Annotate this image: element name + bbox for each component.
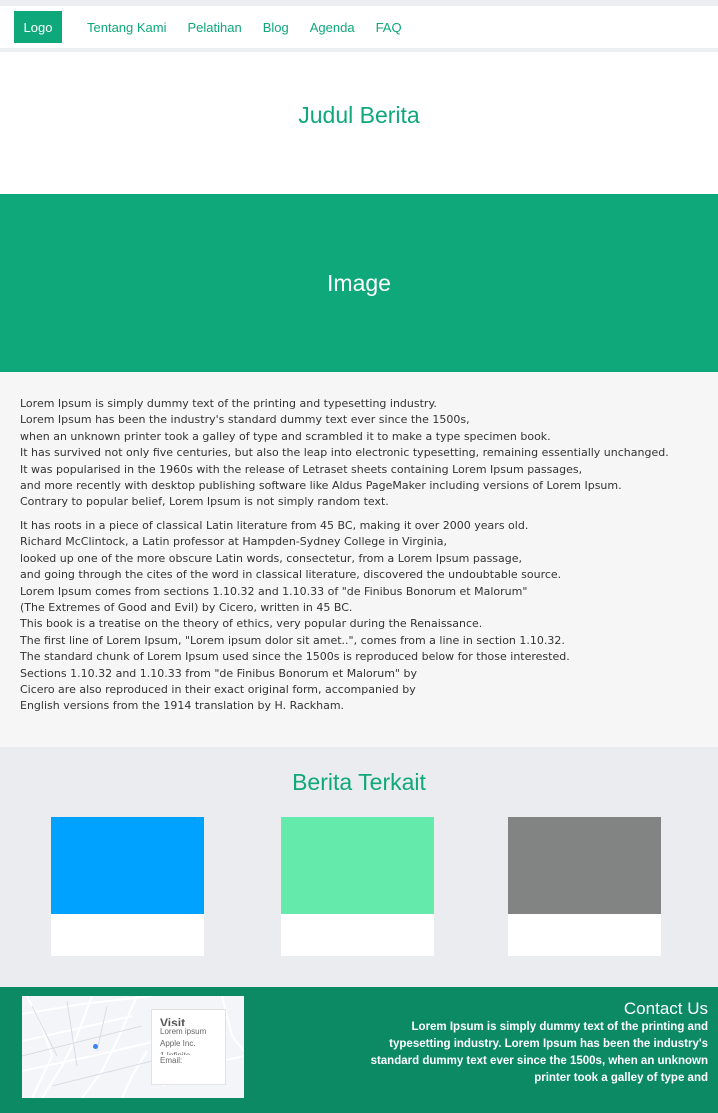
- article-line: when an unknown printer took a galley of…: [20, 429, 551, 443]
- article-line: and going through the cites of the word …: [20, 568, 562, 582]
- related-news-thumbnail: [281, 817, 434, 914]
- related-news-title: Berita Terkait: [292, 769, 426, 795]
- article-paragraph-1: Lorem Ipsum is simply dummy text of the …: [20, 396, 710, 511]
- related-news-card[interactable]: [281, 817, 434, 956]
- related-news-card[interactable]: [508, 817, 661, 956]
- nav-link-blog[interactable]: Blog: [263, 20, 289, 35]
- contact-title: Contact Us: [623, 999, 708, 1018]
- related-news-section: Berita Terkait: [0, 747, 718, 987]
- article-line: Sections 1.10.32 and 1.10.33 from "de Fi…: [20, 666, 417, 680]
- hero-image: Image: [0, 194, 718, 372]
- article-line: This book is a treatise on the theory of…: [20, 617, 483, 631]
- contact-text: Lorem Ipsum is simply dummy text of the …: [370, 1021, 708, 1084]
- article-line: (The Extremes of Good and Evil) by Cicer…: [20, 601, 353, 615]
- title-section: Judul Berita: [0, 56, 718, 194]
- article-line: Richard McClintock, a Latin professor at…: [20, 535, 448, 549]
- footer: Visit Lorem ipsum Apple Inc. 1 Infinite …: [0, 987, 718, 1113]
- map-embed[interactable]: Visit Lorem ipsum Apple Inc. 1 Infinite …: [22, 996, 244, 1098]
- nav-links: Tentang Kami Pelatihan Blog Agenda FAQ: [87, 6, 402, 48]
- map-card-line: Apple Inc.: [160, 1039, 196, 1048]
- related-news-thumbnail: [508, 817, 661, 914]
- nav-link-pelatihan[interactable]: Pelatihan: [188, 20, 242, 35]
- article-line: It has roots in a piece of classical Lat…: [20, 519, 529, 532]
- map-location-pin-icon[interactable]: [93, 1044, 98, 1049]
- article-paragraph-2: It has roots in a piece of classical Lat…: [20, 518, 710, 715]
- related-news-card[interactable]: [51, 817, 204, 956]
- article-line: Lorem Ipsum is simply dummy text of the …: [20, 397, 437, 410]
- map-card-title: Visit: [160, 1016, 186, 1026]
- navbar: Logo Tentang Kami Pelatihan Blog Agenda …: [0, 6, 718, 52]
- article-line: looked up one of the more obscure Latin …: [20, 551, 523, 565]
- logo[interactable]: Logo: [14, 11, 62, 43]
- map-card-line: Email:: [160, 1056, 183, 1065]
- map-card-line: Lorem ipsum: [160, 1027, 207, 1036]
- hero-image-label: Image: [327, 269, 391, 296]
- nav-link-faq[interactable]: FAQ: [376, 20, 402, 35]
- related-news-thumbnail: [51, 817, 204, 914]
- article-line: The standard chunk of Lorem Ipsum used s…: [20, 650, 570, 664]
- article-line: It was popularised in the 1960s with the…: [20, 462, 583, 476]
- nav-link-agenda[interactable]: Agenda: [310, 20, 355, 35]
- nav-link-tentang-kami[interactable]: Tentang Kami: [87, 20, 167, 35]
- article-line: English versions from the 1914 translati…: [20, 699, 345, 713]
- article-line: Lorem Ipsum has been the industry's stan…: [20, 413, 470, 427]
- page-title: Judul Berita: [298, 102, 420, 128]
- article-line: Lorem Ipsum comes from sections 1.10.32 …: [20, 584, 528, 598]
- map-info-card: Visit Lorem ipsum Apple Inc. 1 Infinite …: [151, 1009, 226, 1085]
- article-line: and more recently with desktop publishin…: [20, 479, 622, 493]
- article-line: The first line of Lorem Ipsum, "Lorem ip…: [20, 633, 565, 647]
- article-body: Lorem Ipsum is simply dummy text of the …: [0, 372, 718, 747]
- article-line: Contrary to popular belief, Lorem Ipsum …: [20, 495, 389, 509]
- article-line: Cicero are also reproduced in their exac…: [20, 683, 416, 697]
- article-line: It has survived not only five centuries,…: [20, 446, 669, 460]
